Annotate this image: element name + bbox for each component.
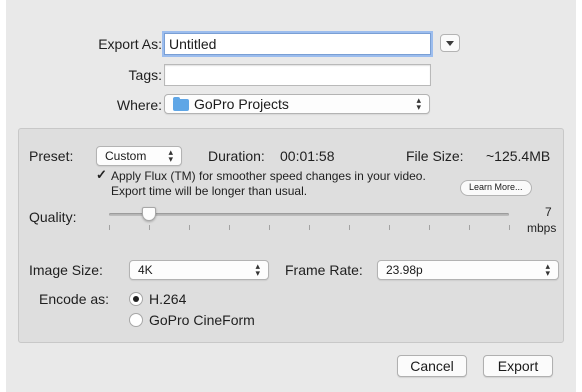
radio-cineform-label[interactable]: GoPro CineForm [149,312,255,328]
frame-rate-value: 23.98p [386,263,423,277]
slider-tick [349,225,350,230]
export-as-label: Export As: [98,36,162,52]
duration-label: Duration: [208,148,265,164]
slider-tick [149,225,150,230]
quality-label: Quality: [29,209,77,225]
duration-value: 00:01:58 [280,148,335,164]
preset-popup[interactable]: Custom ▴ ▾ [96,146,182,166]
up-down-arrows-icon: ▴ ▾ [545,261,550,278]
flux-checkbox[interactable]: ✓ [96,167,107,183]
preset-value: Custom [105,149,147,163]
frame-rate-label: Frame Rate: [285,262,363,278]
where-popup[interactable]: GoPro Projects ▴ ▾ [164,94,430,114]
where-label: Where: [116,97,162,113]
chevron-down-icon [446,40,454,46]
image-size-popup[interactable]: 4K ▴ ▾ [129,260,269,280]
slider-tick [389,225,390,230]
learn-more-button[interactable]: Learn More... [460,180,532,196]
slider-tick [509,225,510,230]
file-size-label: File Size: [406,148,464,164]
frame-rate-popup[interactable]: 23.98p ▴ ▾ [377,260,559,280]
quality-slider-thumb[interactable] [142,207,156,221]
slider-tick [269,225,270,230]
quality-unit: mbps [527,221,557,235]
tags-field[interactable] [164,64,431,86]
flux-note: Export time will be longer than usual. [111,184,308,198]
tags-label: Tags: [128,67,162,83]
export-button[interactable]: Export [483,355,553,377]
quality-slider-track[interactable] [109,213,509,216]
file-size-value: ~125.4MB [486,148,551,164]
slider-tick [189,225,190,230]
encode-as-label: Encode as: [39,291,110,307]
slider-tick [109,225,110,230]
slider-tick [309,225,310,230]
radio-cineform[interactable] [129,313,143,327]
up-down-arrows-icon: ▴ ▾ [255,261,260,278]
slider-tick [469,225,470,230]
export-as-dropdown-button[interactable] [440,34,460,52]
preset-label: Preset: [29,148,74,164]
folder-icon [173,97,189,111]
settings-panel: Preset: Custom ▴ ▾ Duration: 00:01:58 Fil… [18,128,564,343]
checkmark-icon: ✓ [96,167,107,182]
cancel-button[interactable]: Cancel [397,355,467,377]
up-down-arrows-icon: ▴ ▾ [416,95,421,112]
export-as-field[interactable]: Untitled [164,33,431,55]
quality-value: 7 [545,205,552,219]
up-down-arrows-icon: ▴ ▾ [168,147,173,164]
image-size-label: Image Size: [29,262,103,278]
export-dialog: Export As: Untitled Tags: Where: GoPro P… [6,0,576,392]
slider-tick [429,225,430,230]
slider-tick [229,225,230,230]
where-value: GoPro Projects [194,96,289,112]
image-size-value: 4K [138,263,153,277]
radio-h264[interactable] [129,292,143,306]
flux-checkbox-label[interactable]: Apply Flux (TM) for smoother speed chang… [111,169,426,183]
radio-h264-label[interactable]: H.264 [149,291,186,307]
